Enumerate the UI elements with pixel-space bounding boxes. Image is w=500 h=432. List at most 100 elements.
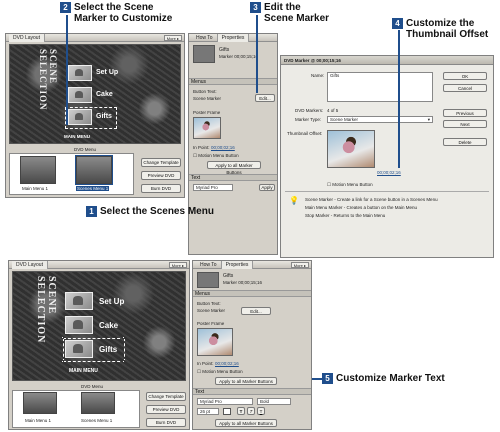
scene-thumb-cake[interactable]: [68, 87, 92, 103]
italic-button[interactable]: T: [247, 407, 255, 415]
scenes-menu-thumb[interactable]: [75, 155, 113, 185]
scene-label-cake-bottom[interactable]: Cake: [99, 321, 118, 330]
poster-frame-image-bottom: [197, 328, 233, 356]
callout-3-line: [256, 15, 258, 93]
scene-label-setup-bottom[interactable]: Set Up: [99, 297, 124, 306]
apply-all-text-button[interactable]: Apply to all Marker Buttons: [215, 419, 277, 427]
scenes-menu-caption-bottom: Scenes Menu 1: [81, 418, 113, 423]
main-menu-caption: Main Menu 1: [22, 186, 49, 191]
change-template-button-bottom[interactable]: Change Template: [146, 392, 186, 401]
apply-button[interactable]: Apply: [259, 184, 275, 191]
name-field[interactable]: Gifts: [327, 72, 433, 102]
resize-handle[interactable]: [61, 336, 64, 339]
scene-thumb-cake-bottom[interactable]: [65, 316, 93, 334]
dvd-layout-tab-bottom[interactable]: DVD Layout: [12, 261, 48, 269]
callout-2-line: [66, 15, 68, 125]
panel-titlebar-bottom: DVD Layout More ▸: [9, 261, 189, 269]
scenes-menu-caption: Scenes Menu 1: [76, 186, 110, 191]
text-section-header[interactable]: Text: [189, 174, 277, 181]
callout-5-line: [312, 378, 324, 380]
dvd-layout-tab[interactable]: DVD Layout: [9, 34, 45, 42]
apply-all-button-bottom[interactable]: Apply to all Marker Buttons: [215, 377, 277, 385]
marker-type-select[interactable]: Scene Marker ▾: [327, 116, 433, 123]
name-label: Name:: [311, 73, 325, 78]
main-menu-thumb[interactable]: [20, 156, 56, 184]
resize-handle[interactable]: [122, 360, 125, 363]
inpoint-value[interactable]: 00;00;02;16: [211, 145, 235, 150]
item-name-bottom: Gifts: [223, 273, 234, 279]
marker-type-label: Marker Type:: [295, 117, 322, 122]
selection-box[interactable]: [65, 107, 117, 129]
menus-section-header-bottom[interactable]: Menus: [193, 290, 311, 297]
poster-frame-label: Poster Frame: [193, 110, 221, 115]
burn-dvd-button-bottom[interactable]: Burn DVD: [146, 418, 186, 427]
font-style-select[interactable]: Bold: [257, 398, 291, 405]
button-text-value: Scene Marker: [193, 96, 222, 101]
tab-how-to-bottom[interactable]: How To: [196, 261, 222, 269]
more-button[interactable]: More ▸: [163, 35, 182, 41]
main-menu-label-bottom[interactable]: MAIN MENU: [69, 368, 98, 374]
text-section-header-bottom[interactable]: Text: [193, 388, 311, 395]
dvd-menu-label: DVD Menu: [74, 147, 97, 152]
edit-button[interactable]: Edit...: [255, 94, 275, 102]
bold-button[interactable]: T: [237, 407, 245, 415]
font-family-select-bottom[interactable]: Myriad Pro: [197, 398, 253, 405]
callout-1: 1 Select the Scenes Menu: [86, 206, 214, 217]
preview-dvd-button-bottom[interactable]: Preview DVD: [146, 405, 186, 414]
inpoint-label-bottom: In Point:: [197, 361, 214, 366]
resize-handle[interactable]: [61, 360, 64, 363]
motion-menu-checkbox-bottom[interactable]: ☐ Motion Menu Button: [197, 369, 243, 375]
callout-4-line: [398, 30, 400, 168]
tab-properties-bottom[interactable]: Properties: [221, 261, 254, 269]
info-divider: [285, 191, 489, 192]
change-template-button[interactable]: Change Template: [141, 158, 181, 167]
scene-label-cake[interactable]: Cake: [96, 91, 113, 98]
more-button-bottom[interactable]: More ▸: [168, 262, 187, 268]
menus-section-header[interactable]: Menus: [189, 78, 277, 85]
font-size-select[interactable]: 26 pt: [197, 408, 219, 415]
dvd-layout-panel-top: DVD Layout More ▸ SCENE SELECTION Set Up…: [5, 33, 185, 198]
cancel-button[interactable]: Cancel: [443, 84, 487, 92]
bulb-icon: 💡: [289, 196, 299, 205]
dvd-markers-value: 4 of 5: [327, 108, 339, 113]
scenes-menu-thumb-bottom[interactable]: [81, 392, 115, 414]
color-swatch[interactable]: [223, 408, 231, 415]
previous-button[interactable]: Previous: [443, 109, 487, 117]
apply-all-button[interactable]: Apply to all Marker Buttons: [207, 161, 261, 175]
next-button[interactable]: Next: [443, 120, 487, 128]
item-sub: Marker 00;00;15;16: [219, 54, 259, 59]
font-family-select[interactable]: Myriad Pro: [193, 184, 233, 191]
dialog-motion-menu-checkbox[interactable]: ☐ Motion Menu Button: [327, 182, 373, 188]
tab-how-to[interactable]: How To: [192, 34, 218, 42]
selection-box-bottom[interactable]: [63, 338, 125, 362]
vertical-title-bottom: SCENE SELECTION: [35, 276, 57, 344]
underline-button[interactable]: T: [257, 407, 265, 415]
main-menu-label[interactable]: MAIN MENU: [64, 134, 90, 139]
main-menu-thumb-bottom[interactable]: [23, 392, 57, 414]
inpoint-label: In Point:: [193, 145, 210, 150]
main-menu-caption-bottom: Main Menu 1: [25, 418, 52, 423]
scene-label-setup[interactable]: Set Up: [96, 69, 118, 76]
menu-canvas: SCENE SELECTION Set Up Cake Gifts MAIN M…: [9, 44, 181, 144]
callout-2: 2 Select the Scene Marker to Customize: [60, 2, 172, 24]
button-text-label: Button Text:: [193, 89, 217, 94]
callout-5: 5 Customize Marker Text: [322, 373, 445, 384]
more-button-props[interactable]: More ▸: [290, 262, 309, 268]
edit-button-bottom[interactable]: Edit...: [241, 307, 271, 315]
dvd-layout-panel-bottom: DVD Layout More ▸ SCENE SELECTION Set Up…: [8, 260, 190, 430]
tab-properties[interactable]: Properties: [217, 34, 250, 42]
delete-button[interactable]: Delete: [443, 138, 487, 146]
burn-dvd-button[interactable]: Burn DVD: [141, 184, 181, 193]
motion-menu-checkbox[interactable]: ☐ Motion Menu Button: [193, 153, 239, 159]
resize-handle[interactable]: [122, 336, 125, 339]
button-text-value-bottom: Scene Marker: [197, 308, 226, 313]
thumb-offset-value[interactable]: 00;00;02;16: [377, 170, 401, 175]
info-line-scene: Scene Marker - Create a link for a Scene…: [305, 197, 438, 202]
scene-thumb-setup-bottom[interactable]: [65, 292, 93, 310]
ok-button[interactable]: OK: [443, 72, 487, 80]
scene-thumb-setup[interactable]: [68, 65, 92, 81]
callout-3: 3 Edit the Scene Marker: [250, 2, 329, 24]
preview-dvd-button[interactable]: Preview DVD: [141, 171, 181, 180]
item-name: Gifts: [219, 47, 230, 53]
inpoint-value-bottom[interactable]: 00;00;02;16: [215, 361, 239, 366]
